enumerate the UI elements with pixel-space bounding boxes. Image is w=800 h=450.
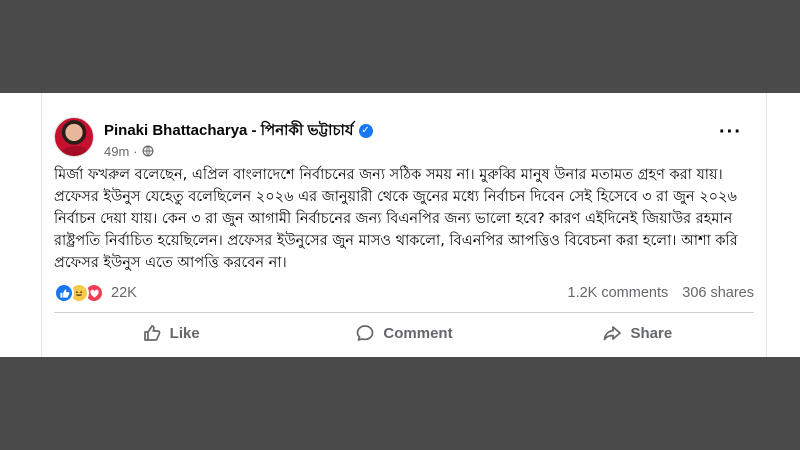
post-stage: Pinaki Bhattacharya - পিনাকী ভট্টাচার্য … xyxy=(0,93,800,357)
verified-badge-icon: ✓ xyxy=(358,124,373,138)
share-count[interactable]: 306 shares xyxy=(682,285,754,301)
thumbs-up-icon xyxy=(143,325,161,341)
share-arrow-icon xyxy=(604,326,622,341)
letterbox-top xyxy=(0,0,800,93)
like-button[interactable]: Like xyxy=(54,315,287,351)
post-actions: Like Comment Share xyxy=(54,315,754,351)
post-time[interactable]: 49m xyxy=(104,144,129,159)
actions-divider xyxy=(54,312,754,313)
letterbox-bottom xyxy=(0,357,800,450)
author-name[interactable]: Pinaki Bhattacharya - পিনাকী ভট্টাচার্য xyxy=(104,119,354,144)
globe-icon xyxy=(142,145,154,157)
avatar-shirt xyxy=(61,146,89,156)
like-label: Like xyxy=(169,324,200,342)
post-header: Pinaki Bhattacharya - পিনাকী ভট্টাচার্য … xyxy=(104,120,373,142)
post-stats: 22K 1.2K comments 306 shares xyxy=(54,282,754,304)
comment-count[interactable]: 1.2K comments xyxy=(568,285,669,301)
reaction-icons[interactable] xyxy=(54,283,104,303)
avatar[interactable] xyxy=(54,117,94,157)
share-label: Share xyxy=(630,324,673,342)
comment-label: Comment xyxy=(383,324,453,342)
comment-bubble-icon xyxy=(357,325,374,341)
like-icon xyxy=(54,283,74,303)
share-button[interactable]: Share xyxy=(521,315,754,351)
post-body-text: মির্জা ফখরুল বলেছেন, এপ্রিল বাংলাদেশে নি… xyxy=(54,167,738,271)
comment-button[interactable]: Comment xyxy=(287,315,520,351)
meta-dot: · xyxy=(133,143,138,159)
reaction-count[interactable]: 22K xyxy=(111,285,137,301)
facebook-post-card: Pinaki Bhattacharya - পিনাকী ভট্টাচার্য … xyxy=(41,93,767,357)
more-options-icon[interactable]: ··· xyxy=(719,122,742,142)
stats-right: 1.2K comments 306 shares xyxy=(568,285,755,301)
post-meta: 49m · xyxy=(104,143,154,159)
